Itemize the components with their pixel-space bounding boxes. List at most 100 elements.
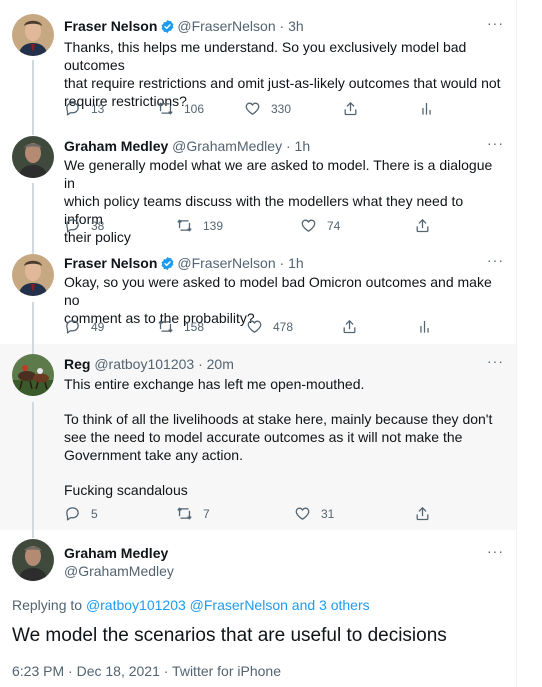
avatar-reg[interactable] <box>12 354 54 396</box>
tweet-time[interactable]: 20m <box>207 356 234 372</box>
text-line: We generally model what we are asked to … <box>64 157 493 191</box>
like-button[interactable]: 478 <box>246 318 293 335</box>
separator: · <box>198 356 203 372</box>
thread-line <box>32 183 34 242</box>
share-button[interactable] <box>414 505 431 522</box>
heart-icon <box>300 217 317 234</box>
more-horizontal-icon[interactable]: ··· <box>487 353 504 369</box>
reply-button[interactable]: 5 <box>64 505 98 522</box>
avatar-fraser-nelson[interactable] <box>12 14 54 56</box>
heart-icon <box>244 100 261 117</box>
timeline: Fraser Nelson @FraserNelson · 3h ··· Than… <box>0 0 517 687</box>
retweet-button[interactable]: 106 <box>157 100 204 117</box>
text-line: that require restrictions and omit just-… <box>64 75 501 91</box>
author-handle[interactable]: @ratboy101203 <box>94 356 194 372</box>
heart-icon <box>246 318 263 335</box>
reply-count: 38 <box>91 218 105 233</box>
retweet-button[interactable]: 139 <box>176 217 223 234</box>
tweet-time[interactable]: 1h <box>288 255 304 271</box>
thread-line <box>32 242 34 254</box>
retweet-count: 158 <box>184 319 205 334</box>
text-line: Thanks, this helps me understand. So you… <box>64 39 467 73</box>
reply-count: 49 <box>91 319 105 334</box>
author-handle[interactable]: @FraserNelson <box>177 255 275 271</box>
more-horizontal-icon[interactable]: ··· <box>487 15 504 31</box>
more-horizontal-icon[interactable]: ··· <box>487 543 504 559</box>
like-count: 330 <box>271 101 292 116</box>
replying-users-link[interactable]: @ratboy101203 @FraserNelson and 3 others <box>86 597 370 613</box>
thread-line <box>32 302 34 344</box>
analytics-button[interactable] <box>418 100 435 117</box>
thread-line <box>32 344 34 354</box>
author-name[interactable]: Reg <box>64 356 90 372</box>
reply-count: 13 <box>91 101 105 116</box>
action-bar: 38 139 74 <box>64 217 444 237</box>
like-count: 31 <box>321 506 335 521</box>
retweet-count: 7 <box>203 506 210 521</box>
tweet-3[interactable]: Fraser Nelson @FraserNelson · 1h ··· Okay… <box>0 242 516 344</box>
tweet-2[interactable]: Graham Medley @GrahamMedley · 1h ··· We … <box>0 127 516 245</box>
author-handle[interactable]: @FraserNelson <box>177 18 275 34</box>
author-handle[interactable]: @GrahamMedley <box>172 138 282 154</box>
share-button[interactable] <box>341 318 358 335</box>
replying-prefix: Replying to <box>12 597 83 613</box>
tweet-header: Reg @ratboy101203 · 20m <box>64 356 234 373</box>
avatar-fraser-nelson[interactable] <box>12 254 54 296</box>
analytics-bars-icon <box>418 100 435 117</box>
like-button[interactable]: 330 <box>244 100 291 117</box>
action-bar: 49 158 478 <box>64 318 444 338</box>
thread-line <box>32 402 34 530</box>
more-horizontal-icon[interactable]: ··· <box>487 135 504 151</box>
retweet-icon <box>176 505 193 522</box>
avatar-graham-medley[interactable] <box>12 136 54 178</box>
verified-badge-icon <box>161 256 174 271</box>
reply-button[interactable]: 49 <box>64 318 104 335</box>
action-bar: 5 7 31 <box>64 505 444 525</box>
author-name[interactable]: Graham Medley <box>64 545 168 561</box>
share-button[interactable] <box>342 100 359 117</box>
author-handle[interactable]: @GrahamMedley <box>64 563 174 579</box>
like-button[interactable]: 31 <box>294 505 334 522</box>
tweet-header: Fraser Nelson @FraserNelson · 1h <box>64 255 304 272</box>
like-count: 74 <box>327 218 341 233</box>
tweet-1[interactable]: Fraser Nelson @FraserNelson · 3h ··· Than… <box>0 0 516 127</box>
main-tweet: Graham Medley @GrahamMedley ··· Replying… <box>0 530 516 687</box>
tweet-time[interactable]: 1h <box>295 138 311 154</box>
reply-button[interactable]: 38 <box>64 217 104 234</box>
retweet-icon <box>176 217 193 234</box>
share-icon <box>342 100 359 117</box>
text-line: Okay, so you were asked to model bad Omi… <box>64 274 492 308</box>
reply-bubble-icon <box>64 505 81 522</box>
more-horizontal-icon[interactable]: ··· <box>487 252 504 268</box>
thread-line <box>32 127 34 135</box>
replying-to: Replying to @ratboy101203 @FraserNelson … <box>12 597 370 613</box>
separator: · <box>285 138 291 154</box>
share-button[interactable] <box>414 217 431 234</box>
like-button[interactable]: 74 <box>300 217 340 234</box>
tweet-timestamp[interactable]: 6:23 PM · Dec 18, 2021 · Twitter for iPh… <box>12 663 281 679</box>
reply-button[interactable]: 13 <box>64 100 104 117</box>
separator: · <box>279 18 285 34</box>
author-name[interactable]: Fraser Nelson <box>64 18 157 34</box>
author-name[interactable]: Graham Medley <box>64 138 168 154</box>
tweet-4[interactable]: Reg @ratboy101203 · 20m ··· This entire … <box>0 344 516 530</box>
reply-count: 5 <box>91 506 98 521</box>
author-name[interactable]: Fraser Nelson <box>64 255 157 271</box>
tweet-header: Fraser Nelson @FraserNelson · 3h <box>64 18 304 35</box>
retweet-icon <box>157 100 174 117</box>
like-count: 478 <box>273 319 294 334</box>
retweet-count: 139 <box>203 218 224 233</box>
retweet-count: 106 <box>184 101 205 116</box>
main-tweet-text: We model the scenarios that are useful t… <box>12 625 447 646</box>
tweet-header: Graham Medley @GrahamMedley · 1h <box>64 138 310 155</box>
retweet-icon <box>157 318 174 335</box>
analytics-button[interactable] <box>416 318 433 335</box>
avatar-graham-medley[interactable] <box>12 539 54 581</box>
verified-badge-icon <box>161 19 174 34</box>
retweet-button[interactable]: 7 <box>176 505 210 522</box>
share-icon <box>414 217 431 234</box>
retweet-button[interactable]: 158 <box>157 318 204 335</box>
text-paragraph: To think of all the livelihoods at stake… <box>64 411 493 463</box>
tweet-time[interactable]: 3h <box>288 18 304 34</box>
heart-icon <box>294 505 311 522</box>
